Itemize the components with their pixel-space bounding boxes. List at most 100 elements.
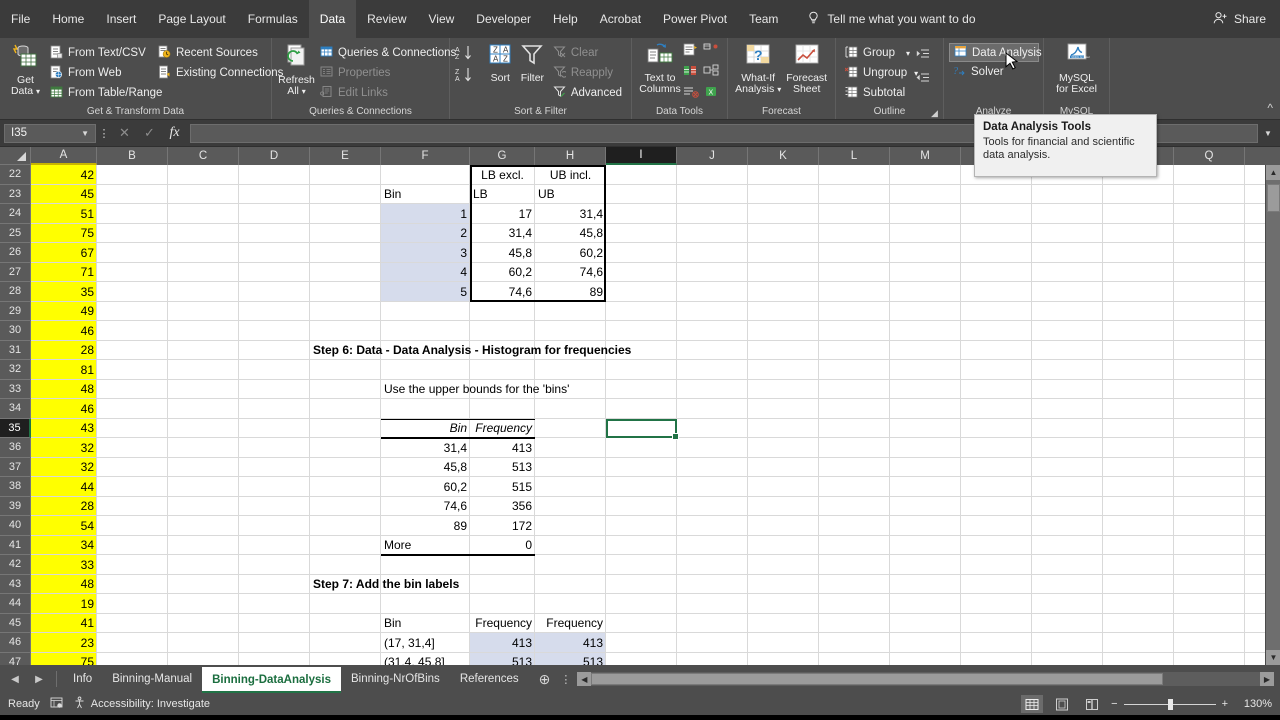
column-header-m[interactable]: M [890,147,961,165]
column-header-f[interactable]: F [381,147,470,165]
normal-view-icon[interactable] [1021,695,1044,713]
column-header-a[interactable]: A [31,147,97,165]
insert-function-icon[interactable]: fx [162,125,187,141]
cell-G22[interactable]: LB excl. [470,165,535,185]
show-detail-button[interactable] [916,45,930,63]
cell-A37[interactable]: 32 [31,458,97,478]
cancel-formula-icon[interactable]: ✕ [112,125,137,141]
from-table-range-button[interactable]: From Table/Range [46,83,162,103]
cell-F39[interactable]: 74,6 [381,497,470,517]
column-header-e[interactable]: E [310,147,381,165]
recording-macro-icon[interactable] [50,696,63,712]
column-header-g[interactable]: G [470,147,535,165]
cell-G36[interactable]: 413 [470,438,535,458]
sort-desc-button[interactable]: ZA [455,66,485,88]
solver-button[interactable]: ? Solver [949,62,1039,82]
zoom-in-icon[interactable]: + [1222,698,1228,710]
cell-A47[interactable]: 75 [31,653,97,665]
cell-A41[interactable]: 34 [31,536,97,556]
active-cell-selection[interactable] [606,418,679,440]
cell-G35[interactable]: Frequency [470,419,535,439]
row-header-35[interactable]: 35 [0,418,31,438]
mysql-for-excel-button[interactable]: MySQL for Excel MySQL for Excel [1049,41,1104,95]
row-header-36[interactable]: 36 [0,438,31,458]
cell-E31[interactable]: Step 6: Data - Data Analysis - Histogram… [310,341,634,361]
cell-F38[interactable]: 60,2 [381,477,470,497]
zoom-thumb[interactable] [1167,698,1173,710]
row-header-27[interactable]: 27 [0,262,31,282]
row-header-38[interactable]: 38 [0,477,31,497]
row-header-41[interactable]: 41 [0,535,31,555]
ribbon-tab-acrobat[interactable]: Acrobat [589,0,652,38]
from-text-csv-button[interactable]: From Text/CSV [46,43,154,63]
row-header-32[interactable]: 32 [0,360,31,380]
sheet-tab-binning-manual[interactable]: Binning-Manual [102,665,202,693]
cell-A34[interactable]: 46 [31,399,97,419]
what-if-analysis-button[interactable]: ? What-If Analysis ▾ [733,41,783,95]
cell-G25[interactable]: 31,4 [470,224,535,244]
cell-A35[interactable]: 43 [31,419,97,439]
cell-F40[interactable]: 89 [381,516,470,536]
cell-G37[interactable]: 513 [470,458,535,478]
scroll-right-icon[interactable]: ▶ [1260,672,1274,686]
row-header-28[interactable]: 28 [0,282,31,302]
cell-H28[interactable]: 89 [535,282,606,302]
cell-A38[interactable]: 44 [31,477,97,497]
row-header-30[interactable]: 30 [0,321,31,341]
cell-A24[interactable]: 51 [31,204,97,224]
ribbon-tab-team[interactable]: Team [738,0,789,38]
horizontal-scroll-thumb[interactable] [591,673,1163,685]
row-header-47[interactable]: 47 [0,652,31,665]
cell-A27[interactable]: 71 [31,263,97,283]
cell-A33[interactable]: 48 [31,380,97,400]
cell-A44[interactable]: 19 [31,594,97,614]
ribbon-tab-power-pivot[interactable]: Power Pivot [652,0,738,38]
recent-sources-button[interactable]: Recent Sources [154,43,266,63]
share-button[interactable]: Share [1213,0,1266,38]
cell-A32[interactable]: 81 [31,360,97,380]
cell-A46[interactable]: 23 [31,633,97,653]
get-data-button[interactable]: Get Data ▾ [5,41,46,97]
cell-G23[interactable]: LB [470,185,535,205]
cell-H26[interactable]: 60,2 [535,243,606,263]
cell-F23[interactable]: Bin [381,185,470,205]
zoom-out-icon[interactable]: − [1111,698,1117,710]
ribbon-tab-file[interactable]: File [0,0,41,38]
filter-button[interactable]: Filter [516,41,549,84]
cell-F35[interactable]: Bin [381,419,470,439]
expand-formula-bar-icon[interactable]: ▼ [1260,129,1276,138]
cell-F24[interactable]: 1 [381,204,470,224]
cell-A22[interactable]: 42 [31,165,97,185]
from-web-button[interactable]: From Web [46,63,154,83]
collapse-ribbon-icon[interactable]: ^ [1267,101,1273,115]
cell-F33[interactable]: Use the upper bounds for the 'bins' [381,380,572,400]
row-header-23[interactable]: 23 [0,184,31,204]
row-header-42[interactable]: 42 [0,555,31,575]
cell-F41[interactable]: More [381,536,470,556]
cell-H47[interactable]: 513 [535,653,606,665]
zoom-percentage[interactable]: 130% [1236,698,1272,710]
data-validation-button[interactable] [683,64,702,83]
row-header-46[interactable]: 46 [0,633,31,653]
cell-A23[interactable]: 45 [31,185,97,205]
outline-dialog-launcher[interactable]: ◢ [931,109,940,118]
vertical-scrollbar[interactable]: ▲ ▼ [1265,165,1280,665]
cell-F37[interactable]: 45,8 [381,458,470,478]
cell-G26[interactable]: 45,8 [470,243,535,263]
zoom-slider[interactable]: − + [1111,698,1228,710]
cell-G40[interactable]: 172 [470,516,535,536]
consolidate-button[interactable] [683,85,702,104]
vertical-scroll-thumb[interactable] [1267,184,1280,212]
sheet-tab-info[interactable]: Info [63,665,102,693]
row-header-31[interactable]: 31 [0,340,31,360]
group-chevron-down-icon[interactable]: ▾ [906,49,910,58]
ribbon-tab-insert[interactable]: Insert [95,0,147,38]
cell-A40[interactable]: 54 [31,516,97,536]
row-header-45[interactable]: 45 [0,613,31,633]
row-header-29[interactable]: 29 [0,301,31,321]
name-box[interactable]: I35 ▼ [4,123,96,143]
subtotal-button[interactable]: Subtotal [841,83,913,103]
cell-G47[interactable]: 513 [470,653,535,665]
cell-H45[interactable]: Frequency [535,614,606,634]
cell-G46[interactable]: 413 [470,633,535,653]
